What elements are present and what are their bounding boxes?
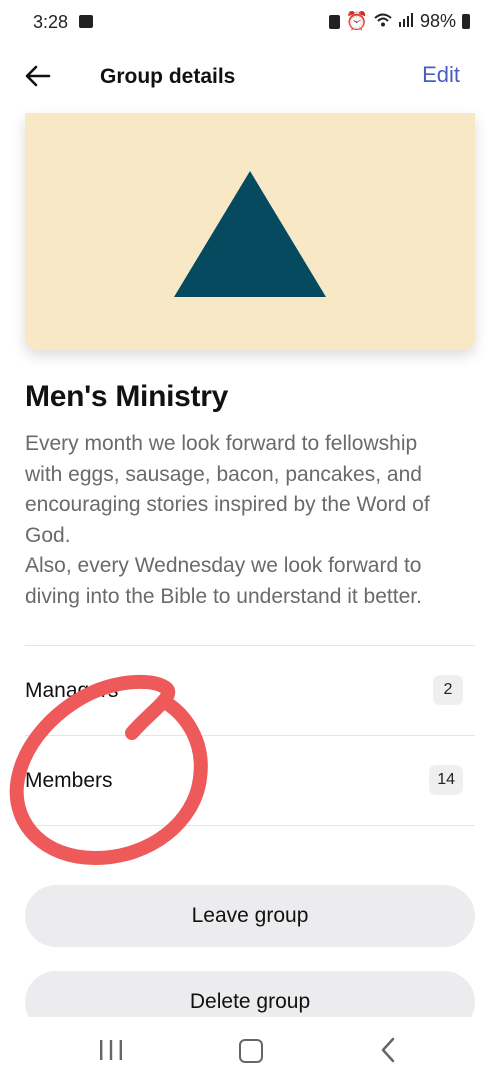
- recent-apps-icon[interactable]: [98, 1038, 124, 1062]
- managers-row[interactable]: Managers 2: [25, 646, 475, 734]
- leave-group-button[interactable]: Leave group: [25, 885, 475, 947]
- status-bar: 3:28 ⏰ 98%: [0, 0, 500, 46]
- members-row[interactable]: Members 14: [25, 736, 475, 824]
- nav-back-icon[interactable]: [378, 1036, 398, 1064]
- alarm-icon: ⏰: [345, 11, 368, 31]
- app-bar: Group details Edit: [0, 46, 500, 108]
- managers-label: Managers: [25, 679, 119, 702]
- description-line: God.: [25, 523, 71, 547]
- description-line: encouraging stories inspired by the Word…: [25, 493, 430, 516]
- back-arrow-icon[interactable]: [22, 60, 54, 92]
- members-count-badge: 14: [429, 765, 463, 795]
- group-cover-image: [25, 113, 475, 350]
- description-line: with eggs, sausage, bacon, pancakes, and: [25, 462, 422, 486]
- managers-count-badge: 2: [433, 675, 463, 705]
- edit-button[interactable]: Edit: [422, 62, 460, 88]
- description-line: diving into the Bible to understand it b…: [25, 584, 422, 608]
- battery-text: 98%: [419, 11, 456, 31]
- battery-saver-icon: [328, 14, 340, 29]
- page-title: Group details: [100, 65, 236, 88]
- status-time: 3:28: [33, 12, 69, 32]
- home-icon[interactable]: [239, 1039, 263, 1063]
- divider: [25, 825, 475, 826]
- battery-icon: [462, 14, 470, 29]
- group-description: Every month we look forward to fellowshi…: [25, 429, 475, 612]
- system-nav-bar: [0, 1017, 500, 1083]
- description-line: Also, every Wednesday we look forward to: [25, 554, 422, 577]
- group-name: Men's Ministry: [25, 380, 228, 413]
- gallery-icon: [79, 15, 93, 28]
- signal-icon: [398, 11, 414, 32]
- triangle-logo-icon: [174, 171, 326, 297]
- description-line: Every month we look forward to fellowshi…: [25, 432, 418, 455]
- wifi-icon: [374, 11, 392, 32]
- members-label: Members: [25, 769, 113, 792]
- status-icons: ⏰ 98%: [328, 11, 470, 32]
